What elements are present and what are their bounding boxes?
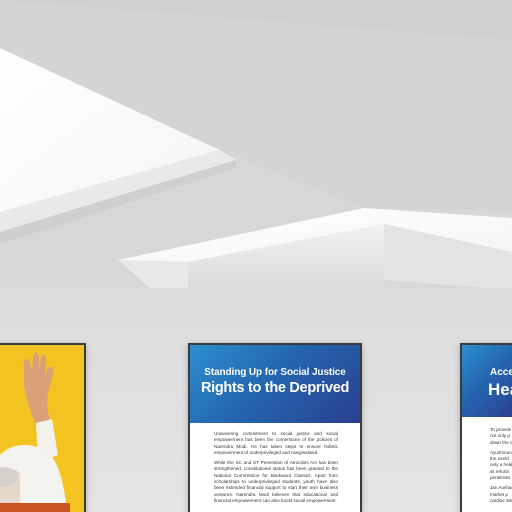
ceiling (0, 0, 512, 300)
hand-raised-figure (0, 352, 70, 512)
poster-center-paragraph: While the SC and ST Prevention of Atroci… (214, 460, 338, 503)
poster-right-paragraph: To provide not only p down the c (490, 427, 512, 445)
poster-center-title: Rights to the Deprived (200, 380, 350, 396)
poster-right-title: Hea (488, 380, 512, 399)
poster-center: Standing Up for Social Justice Rights to… (190, 345, 360, 512)
poster-center-paragraph: Unwavering commitment to social justice … (214, 431, 338, 455)
poster-left (0, 345, 84, 512)
poster-frame-center[interactable]: Standing Up for Social Justice Rights to… (188, 343, 362, 512)
gallery-scene: Standing Up for Social Justice Rights to… (0, 0, 512, 512)
poster-center-subtitle: Standing Up for Social Justice (204, 367, 346, 378)
poster-center-body: Unwavering commitment to social justice … (214, 431, 338, 508)
poster-right: Acce Hea To provide not only p down the … (462, 345, 512, 512)
poster-right-paragraph: Ayushman the world only a heal its refur… (490, 449, 512, 481)
poster-right-paragraph: Jan Aushad market p cardiac ste (490, 485, 512, 503)
poster-center-header: Standing Up for Social Justice Rights to… (190, 345, 360, 423)
poster-right-subtitle: Acce (490, 367, 512, 378)
poster-right-body: To provide not only p down the c Ayushma… (490, 427, 512, 508)
poster-frame-right[interactable]: Acce Hea To provide not only p down the … (460, 343, 512, 512)
poster-frame-left[interactable] (0, 343, 86, 512)
